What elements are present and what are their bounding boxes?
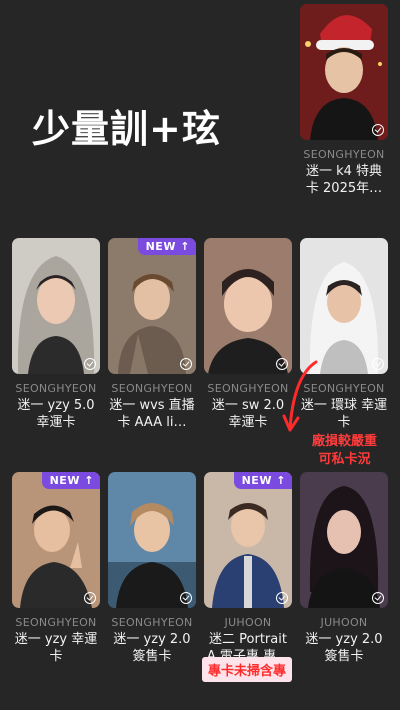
photocard-item[interactable]: JUHOON 迷一 yzy 2.0 簽售卡 xyxy=(300,472,388,665)
card-name: 迷一 yzy 2.0 簽售卡 xyxy=(305,632,383,664)
card-name: 迷一 sw 2.0 幸運卡 xyxy=(211,398,285,430)
portrait-photo xyxy=(300,472,388,608)
album-note: 專卡未掃含專 xyxy=(202,657,293,682)
damage-note: 廠損較嚴重 可私卡況 xyxy=(312,433,377,469)
card-name: 迷一 yzy 2.0 簽售卡 xyxy=(113,632,191,664)
photocard-item[interactable]: SEONGHYEON 迷一 yzy 5.0 幸運卡 xyxy=(12,238,100,431)
damage-note-line: 廠損較嚴重 xyxy=(312,434,378,449)
owned-check-icon xyxy=(276,592,288,604)
owned-check-icon xyxy=(372,358,384,370)
card-member: SEONGHYEON xyxy=(111,616,193,629)
photocard-item[interactable]: NEW ↑ SEONGHYEON 迷一 wvs 直播卡 AAA li… xyxy=(108,238,196,431)
card-member: JUHOON xyxy=(224,616,272,629)
portrait-photo xyxy=(204,472,292,608)
photocard-item[interactable]: SEONGHYEON 迷一 k4 特典卡 2025年… xyxy=(300,4,388,197)
photocard-item[interactable]: SEONGHYEON 迷一 yzy 2.0 簽售卡 xyxy=(108,472,196,665)
photocard-item[interactable]: SEONGHYEON 迷一 sw 2.0 幸運卡 xyxy=(204,238,292,431)
card-photo xyxy=(300,4,388,140)
portrait-photo xyxy=(108,238,196,374)
card-name: 迷一 k4 特典卡 2025年… xyxy=(305,164,383,196)
card-name: 迷一 yzy 幸運卡 xyxy=(14,632,98,664)
owned-check-icon xyxy=(84,592,96,604)
card-member: SEONGHYEON xyxy=(15,382,97,395)
card-name: 迷一 yzy 5.0 幸運卡 xyxy=(17,398,95,430)
card-photo: NEW ↑ xyxy=(12,472,100,608)
damage-note-line: 可私卡況 xyxy=(318,452,371,467)
card-photo xyxy=(12,238,100,374)
owned-check-icon xyxy=(180,358,192,370)
owned-check-icon xyxy=(372,124,384,136)
photocard-item[interactable]: NEW ↑ SEONGHYEON 迷一 yzy 幸運卡 xyxy=(12,472,100,665)
portrait-photo xyxy=(300,4,388,140)
portrait-photo xyxy=(204,238,292,374)
new-badge: NEW ↑ xyxy=(137,238,196,255)
owned-check-icon xyxy=(180,592,192,604)
portrait-photo xyxy=(12,238,100,374)
card-photo xyxy=(300,472,388,608)
card-name: 迷一 wvs 直播卡 AAA li… xyxy=(109,398,195,430)
card-photo xyxy=(108,472,196,608)
portrait-photo xyxy=(12,472,100,608)
card-member: SEONGHYEON xyxy=(303,148,385,161)
photocard-item[interactable]: NEW ↑ JUHOON 迷二 Portrait A 電子專 專… xyxy=(204,472,292,665)
portrait-photo xyxy=(300,238,388,374)
card-member: SEONGHYEON xyxy=(15,616,97,629)
owned-check-icon xyxy=(84,358,96,370)
card-member: JUHOON xyxy=(320,616,368,629)
annotation-arrow-icon xyxy=(282,360,318,432)
page-title: 少量訓+玹 xyxy=(32,107,221,151)
card-member: SEONGHYEON xyxy=(111,382,193,395)
portrait-photo xyxy=(108,472,196,608)
card-member: SEONGHYEON xyxy=(207,382,289,395)
card-photo: NEW ↑ xyxy=(108,238,196,374)
card-photo xyxy=(300,238,388,374)
new-badge: NEW ↑ xyxy=(41,472,100,489)
card-photo: NEW ↑ xyxy=(204,472,292,608)
new-badge: NEW ↑ xyxy=(233,472,292,489)
owned-check-icon xyxy=(372,592,384,604)
card-photo xyxy=(204,238,292,374)
